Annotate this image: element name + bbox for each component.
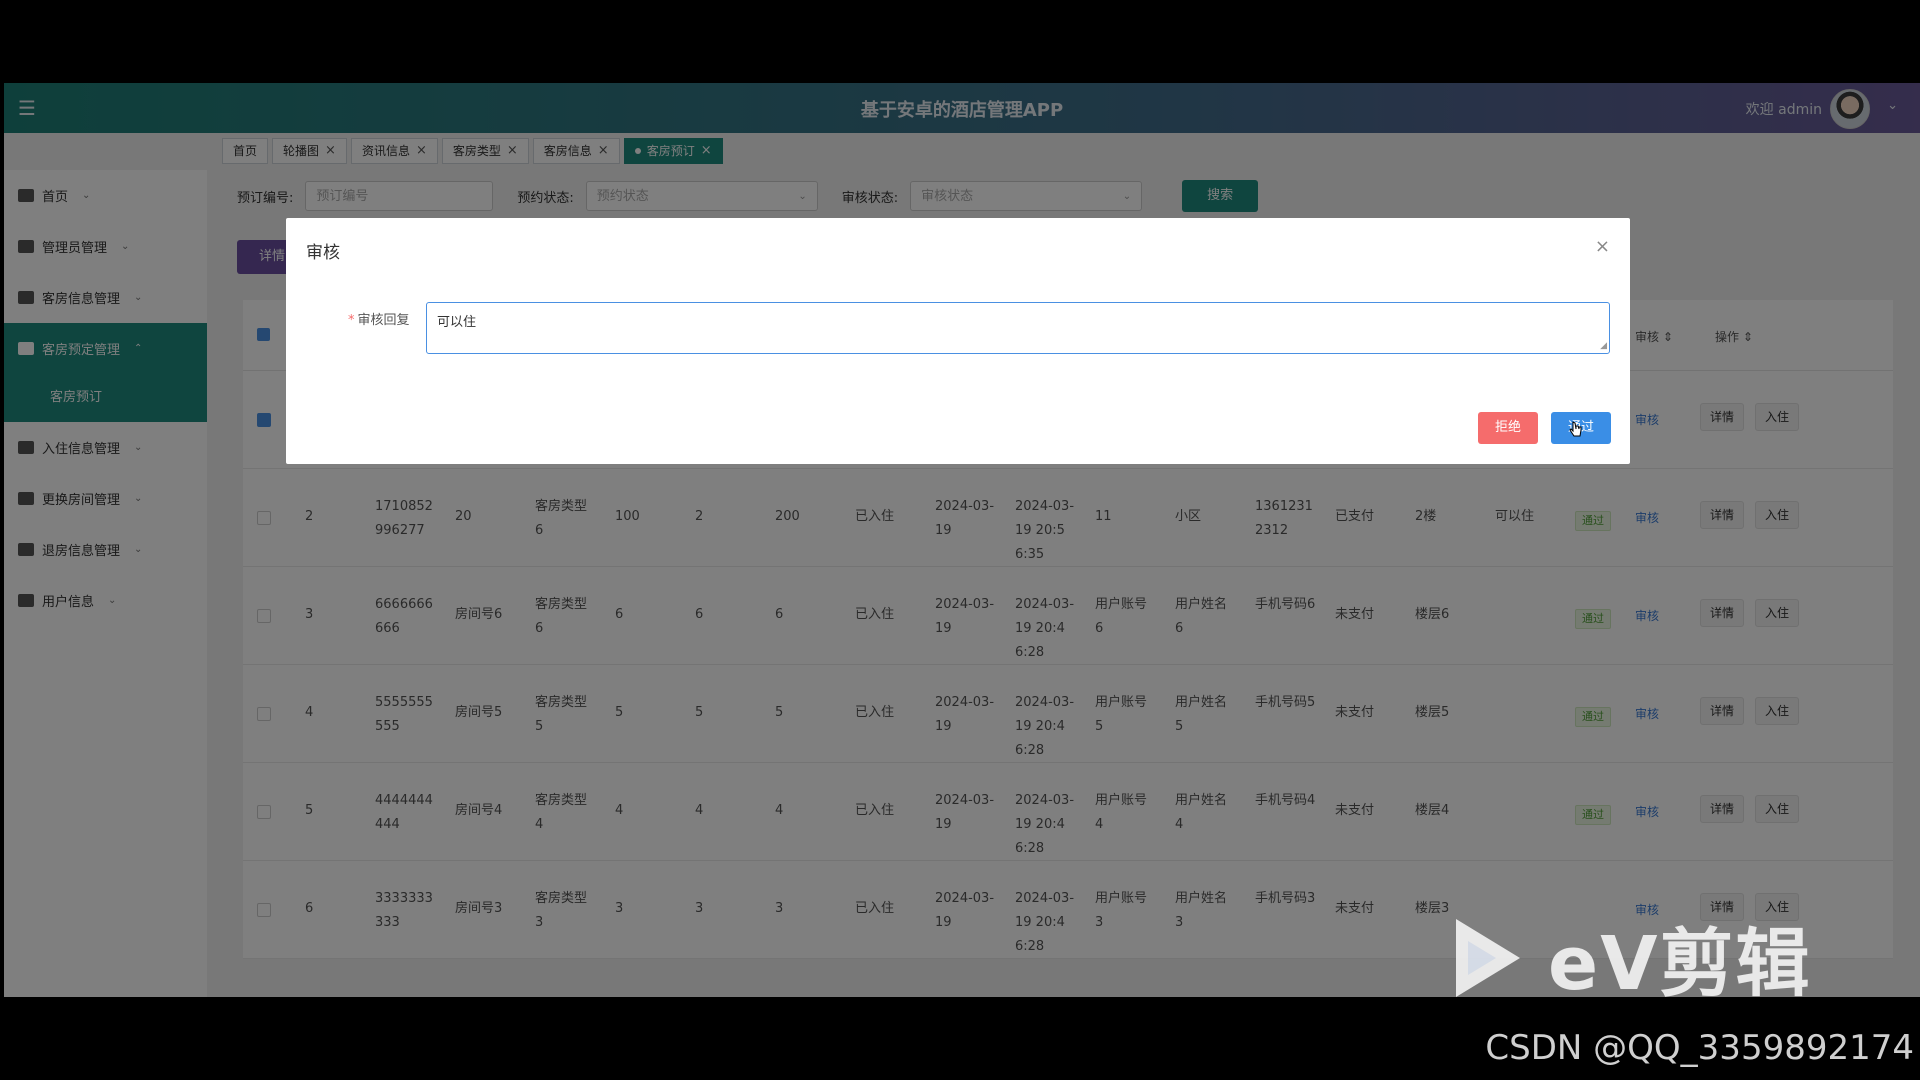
video-editor-watermark: eV剪辑 — [1448, 904, 1811, 1011]
review-dialog: 审核 × *审核回复 可以住◢ 拒绝 通过 — [286, 218, 1630, 464]
resize-handle-icon[interactable]: ◢ — [1600, 341, 1607, 351]
watermark-text: eV剪辑 — [1548, 921, 1812, 1007]
field-label-text: 审核回复 — [357, 313, 410, 328]
dialog-title: 审核 — [306, 243, 340, 263]
hand-cursor-icon — [1569, 421, 1582, 437]
review-reply-textarea[interactable]: 可以住 ◢ — [426, 302, 1610, 354]
author-credit: CSDN @QQ_3359892174 — [1485, 1028, 1914, 1068]
review-reply-label: * 审核回复 — [348, 309, 410, 328]
required-asterisk: * — [348, 313, 355, 328]
close-icon[interactable]: × — [1595, 236, 1610, 257]
textarea-value: 可以住 — [437, 315, 477, 330]
play-logo-icon — [1456, 918, 1520, 997]
reject-button[interactable]: 拒绝 — [1478, 412, 1538, 444]
